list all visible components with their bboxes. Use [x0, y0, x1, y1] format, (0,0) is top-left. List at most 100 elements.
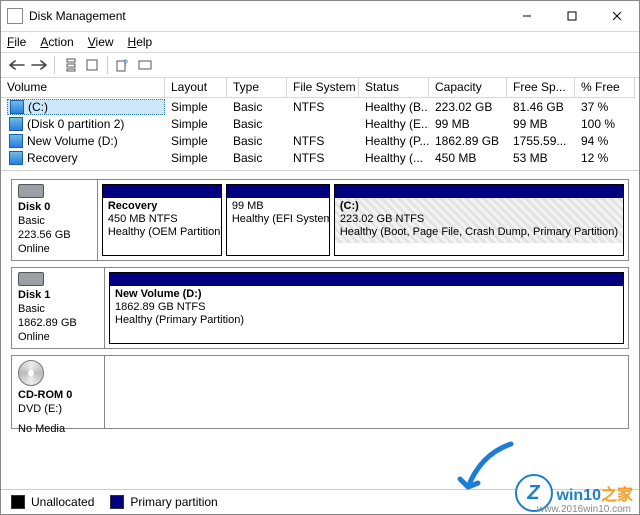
cell-layout: Simple [165, 151, 227, 165]
cell-pct: 37 % [575, 100, 635, 114]
titlebar: Disk Management [1, 1, 639, 32]
menu-help[interactable]: Help [128, 35, 153, 49]
disk-type: Basic [18, 214, 91, 228]
disk-management-window: Disk Management File Action View Help [0, 0, 640, 515]
disk0-partitions: Recovery 450 MB NTFS Healthy (OEM Partit… [98, 180, 628, 260]
menubar: File Action View Help [1, 32, 639, 53]
partition-title: Recovery [108, 200, 216, 213]
partition-recovery[interactable]: Recovery 450 MB NTFS Healthy (OEM Partit… [102, 184, 222, 256]
partition-size: 223.02 GB NTFS [340, 213, 618, 226]
cell-pct: 12 % [575, 151, 635, 165]
volume-row[interactable]: Recovery Simple Basic NTFS Healthy (... … [1, 149, 639, 166]
volume-name: Recovery [27, 151, 78, 165]
cell-free: 1755.59... [507, 134, 575, 148]
col-status[interactable]: Status [359, 78, 429, 98]
partition-size: 1862.89 GB NTFS [115, 301, 618, 314]
disk-type: Basic [18, 302, 98, 316]
refresh-opts-button[interactable] [60, 55, 80, 75]
help-button[interactable]: ? [113, 55, 133, 75]
disk-size: 223.56 GB [18, 228, 91, 242]
cdrom-partitions [105, 356, 628, 428]
forward-button[interactable] [29, 55, 49, 75]
hdd-icon [18, 184, 44, 198]
cell-status: Healthy (B... [359, 100, 429, 114]
disk1-partitions: New Volume (D:) 1862.89 GB NTFS Healthy … [105, 268, 628, 348]
hdd-icon [18, 272, 44, 286]
disk-type: DVD (E:) [18, 402, 98, 416]
toolbar: ? [1, 53, 639, 78]
legend-primary: Primary partition [110, 495, 217, 510]
col-pctfree[interactable]: % Free [575, 78, 635, 98]
disk-status: Online [18, 330, 98, 344]
disk-label: Disk 0 [18, 200, 91, 214]
partition-status: Healthy (OEM Partition) [108, 226, 216, 239]
content: Volume Layout Type File System Status Ca… [1, 78, 639, 514]
partition-header [110, 273, 623, 286]
disc-icon [18, 360, 44, 386]
cell-fs: NTFS [287, 100, 359, 114]
partition-c[interactable]: (C:) 223.02 GB NTFS Healthy (Boot, Page … [334, 184, 624, 256]
cell-type: Basic [227, 134, 287, 148]
close-button[interactable] [594, 2, 639, 30]
toolbar-action-button[interactable] [135, 55, 155, 75]
col-capacity[interactable]: Capacity [429, 78, 507, 98]
maximize-button[interactable] [549, 2, 594, 30]
volume-row[interactable]: New Volume (D:) Simple Basic NTFS Health… [1, 132, 639, 149]
cdrom-row: CD-ROM 0 DVD (E:) No Media [11, 355, 629, 429]
volume-icon [10, 100, 24, 114]
partition-header [103, 185, 221, 198]
cell-layout: Simple [165, 117, 227, 131]
partition-title: New Volume (D:) [115, 288, 618, 301]
cell-type: Basic [227, 100, 287, 114]
col-free[interactable]: Free Sp... [507, 78, 575, 98]
partition-status: Healthy (Boot, Page File, Crash Dump, Pr… [340, 226, 618, 239]
col-volume[interactable]: Volume [1, 78, 165, 98]
disk0-info[interactable]: Disk 0 Basic 223.56 GB Online [12, 180, 98, 260]
disk0-row: Disk 0 Basic 223.56 GB Online Recovery 4… [11, 179, 629, 261]
cell-cap: 99 MB [429, 117, 507, 131]
cell-free: 53 MB [507, 151, 575, 165]
toolbar-separator [54, 56, 55, 74]
disk-status: No Media [18, 422, 98, 436]
cell-fs: NTFS [287, 134, 359, 148]
partition-header [335, 185, 623, 198]
partition-d[interactable]: New Volume (D:) 1862.89 GB NTFS Healthy … [109, 272, 624, 344]
volume-row[interactable]: (Disk 0 partition 2) Simple Basic Health… [1, 115, 639, 132]
watermark-url: www.2016win10.com [537, 504, 631, 515]
cell-type: Basic [227, 151, 287, 165]
cell-pct: 100 % [575, 117, 635, 131]
menu-action[interactable]: Action [40, 35, 73, 49]
disk1-row: Disk 1 Basic 1862.89 GB Online New Volum… [11, 267, 629, 349]
menu-view[interactable]: View [88, 35, 114, 49]
col-layout[interactable]: Layout [165, 78, 227, 98]
cell-status: Healthy (E... [359, 117, 429, 131]
disk-label: Disk 1 [18, 288, 98, 302]
volume-name: (C:) [28, 100, 48, 114]
app-icon [7, 8, 23, 24]
volume-name: (Disk 0 partition 2) [27, 117, 124, 131]
partition-efi[interactable]: 99 MB Healthy (EFI System Partition) [226, 184, 330, 256]
disk1-info[interactable]: Disk 1 Basic 1862.89 GB Online [12, 268, 105, 348]
minimize-button[interactable] [504, 2, 549, 30]
unallocated-swatch [11, 495, 25, 509]
volume-icon [9, 134, 23, 148]
volume-row[interactable]: (C:) Simple Basic NTFS Healthy (B... 223… [1, 98, 639, 115]
cell-pct: 94 % [575, 134, 635, 148]
back-button[interactable] [7, 55, 27, 75]
cell-type: Basic [227, 117, 287, 131]
volume-rows: (C:) Simple Basic NTFS Healthy (B... 223… [1, 98, 639, 166]
col-type[interactable]: Type [227, 78, 287, 98]
partition-status: Healthy (Primary Partition) [115, 314, 618, 327]
col-fs[interactable]: File System [287, 78, 359, 98]
toolbar-separator-2 [107, 56, 108, 74]
cell-cap: 450 MB [429, 151, 507, 165]
refresh-button[interactable] [82, 55, 102, 75]
window-title: Disk Management [29, 9, 504, 23]
disk-status: Online [18, 242, 91, 256]
primary-swatch [110, 495, 124, 509]
menu-file[interactable]: File [7, 35, 26, 49]
volume-list: Volume Layout Type File System Status Ca… [1, 78, 639, 171]
cell-fs: NTFS [287, 151, 359, 165]
partition-size: 99 MB [232, 200, 324, 213]
cdrom-info[interactable]: CD-ROM 0 DVD (E:) No Media [12, 356, 105, 428]
